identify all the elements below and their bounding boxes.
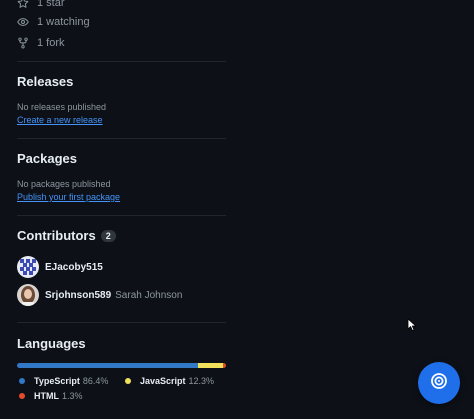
contributor-item[interactable]: EJacoby515: [17, 256, 103, 278]
releases-heading[interactable]: Releases: [17, 74, 73, 89]
forks-label: 1 fork: [37, 37, 65, 49]
contributor-item[interactable]: Srjohnson589 Sarah Johnson: [17, 284, 182, 306]
watching-stat[interactable]: 1 watching: [17, 14, 90, 30]
avatar[interactable]: [17, 256, 39, 278]
publish-package-link[interactable]: Publish your first package: [17, 192, 120, 202]
contributors-heading[interactable]: Contributors 2: [17, 228, 116, 243]
packages-heading[interactable]: Packages: [17, 151, 77, 166]
language-percent: 12.3%: [188, 376, 215, 386]
repo-forked-icon: [17, 37, 29, 49]
language-color-dot: [19, 393, 25, 399]
language-bar-segment-typescript: [17, 363, 198, 368]
avatar[interactable]: [17, 284, 39, 306]
no-releases-text: No releases published: [17, 102, 107, 112]
star-icon: [17, 0, 29, 9]
languages-heading: Languages: [17, 336, 86, 351]
mouse-cursor-icon: [407, 318, 417, 332]
language-name: HTML: [34, 391, 59, 401]
copilot-target-icon: [430, 372, 448, 395]
divider: [17, 215, 226, 216]
contributor-full-name: Sarah Johnson: [115, 289, 183, 301]
divider: [17, 322, 226, 323]
divider: [17, 138, 226, 139]
stars-label: 1 star: [37, 0, 65, 9]
contributor-login[interactable]: Srjohnson589: [45, 290, 111, 301]
language-item-typescript[interactable]: TypeScript 86.4%: [19, 375, 108, 387]
contributors-title: Contributors: [17, 228, 96, 243]
languages-bar: [17, 363, 226, 368]
language-color-dot: [125, 378, 131, 384]
language-item-html[interactable]: HTML 1.3%: [19, 390, 83, 402]
stars-stat[interactable]: 1 star: [17, 0, 65, 11]
language-percent: 86.4%: [82, 376, 109, 386]
language-color-dot: [19, 378, 25, 384]
language-item-javascript[interactable]: JavaScript 12.3%: [125, 375, 214, 387]
contributor-login[interactable]: EJacoby515: [45, 262, 103, 273]
language-bar-segment-html: [223, 363, 226, 368]
no-packages-text: No packages published: [17, 179, 111, 189]
language-name: TypeScript: [34, 376, 80, 386]
watching-label: 1 watching: [37, 16, 90, 28]
forks-stat[interactable]: 1 fork: [17, 35, 65, 51]
copilot-fab-button[interactable]: [418, 362, 460, 404]
language-bar-segment-javascript: [197, 363, 224, 368]
language-percent: 1.3%: [62, 391, 83, 401]
create-release-link[interactable]: Create a new release: [17, 115, 103, 125]
contributors-count-badge: 2: [100, 230, 116, 242]
eye-icon: [17, 16, 29, 28]
divider: [17, 61, 226, 62]
language-name: JavaScript: [140, 376, 186, 386]
